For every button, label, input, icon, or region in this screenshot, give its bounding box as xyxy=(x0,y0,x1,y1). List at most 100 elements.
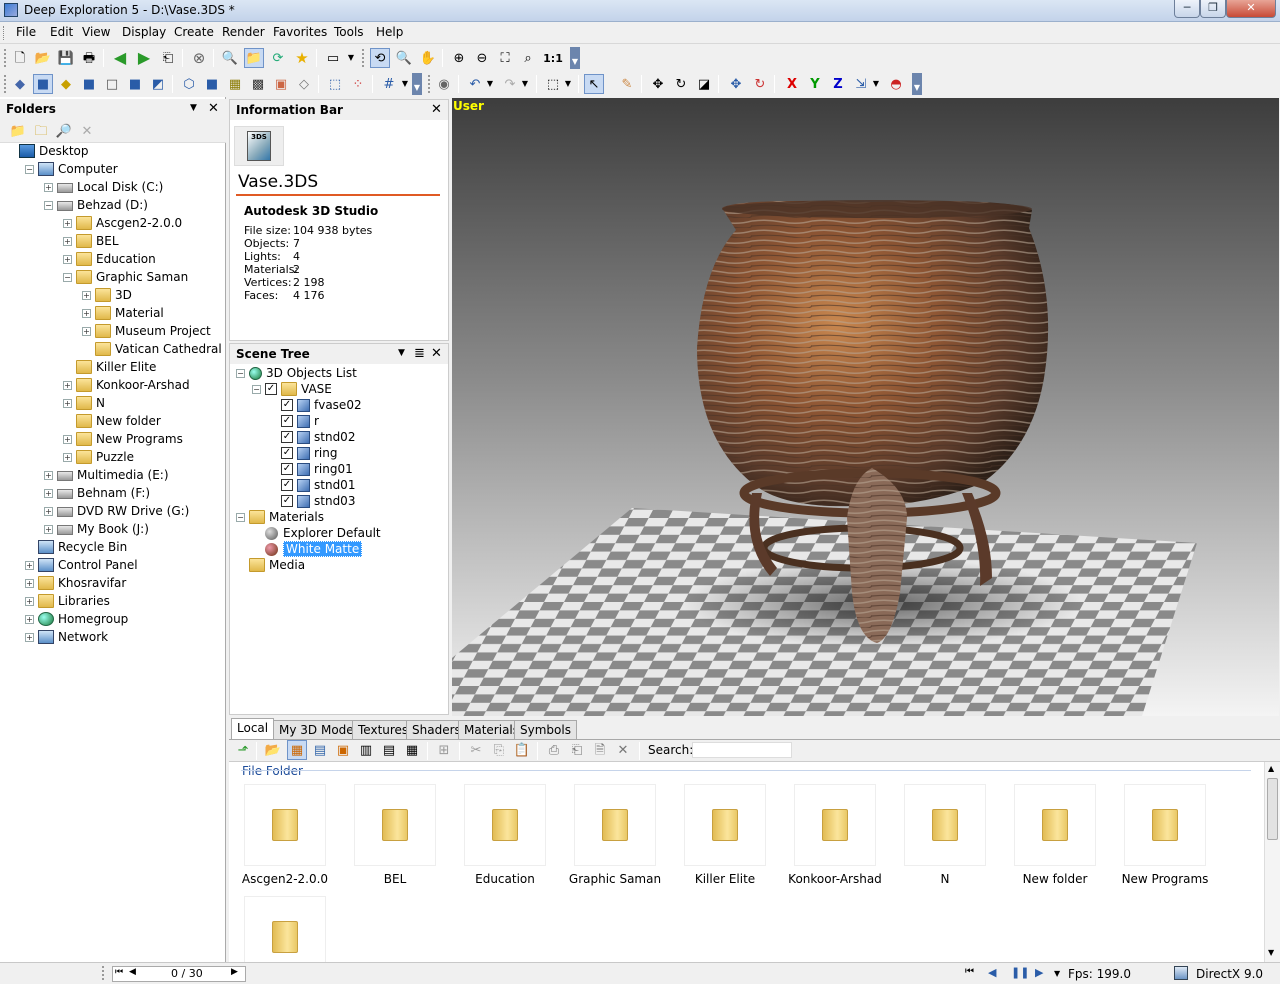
folder-tree-item[interactable]: New folder xyxy=(63,412,161,430)
menu-edit[interactable]: Edit xyxy=(50,25,73,39)
folder-tree-item[interactable]: + Education xyxy=(63,250,156,268)
axis-x-button[interactable]: X xyxy=(782,74,802,94)
flat-cube-icon[interactable]: ■ xyxy=(79,74,99,94)
menu-favorites[interactable]: Favorites xyxy=(273,25,327,39)
information-bar-close-icon[interactable]: ✕ xyxy=(431,102,442,117)
expand-icon[interactable]: + xyxy=(82,326,91,336)
expand-icon[interactable]: + xyxy=(44,506,53,516)
3d-viewport[interactable]: User xyxy=(452,98,1279,716)
save-icon[interactable]: 💾 xyxy=(56,48,76,68)
import-icon[interactable]: ⎗ xyxy=(567,740,587,760)
box-cube-icon[interactable]: ■ xyxy=(202,74,222,94)
expand-icon[interactable]: + xyxy=(44,488,53,498)
file-tile[interactable]: Killer Elite xyxy=(675,784,775,886)
scene-tree-options-icon[interactable]: ≣ xyxy=(414,346,425,361)
stop-icon[interactable]: ⊗ xyxy=(189,48,209,68)
file-tile[interactable]: New folder xyxy=(1005,784,1105,886)
sync-icon[interactable]: ⟳ xyxy=(268,48,288,68)
expand-icon[interactable]: + xyxy=(25,560,34,570)
copy-icon[interactable]: ⎘ xyxy=(489,740,509,760)
folder-tree-item[interactable]: + Control Panel xyxy=(25,556,138,574)
folder-tree-item[interactable]: Recycle Bin xyxy=(25,538,127,556)
smooth-cube-icon[interactable]: ■ xyxy=(125,74,145,94)
folder-tree-item[interactable]: + Behnam (F:) xyxy=(44,484,150,502)
folder-tree-item[interactable]: + Multimedia (E:) xyxy=(44,466,169,484)
view-mode-dropdown-icon[interactable]: ▼ xyxy=(346,48,356,68)
orbit-icon[interactable]: ⟲ xyxy=(370,48,390,68)
expand-icon[interactable]: + xyxy=(63,434,72,444)
visibility-checkbox[interactable]: ✓ xyxy=(281,479,293,491)
folder-tree-item[interactable]: Killer Elite xyxy=(63,358,156,376)
folder-tree-item[interactable]: − Graphic Saman xyxy=(63,268,188,286)
axis-y-button[interactable]: Y xyxy=(805,74,825,94)
folder-tree-item[interactable]: + Local Disk (C:) xyxy=(44,178,163,196)
tiles-view-icon[interactable]: ▣ xyxy=(333,740,353,760)
folder-tree-item[interactable]: + BEL xyxy=(63,232,119,250)
folder-tree-item[interactable]: + My Book (J:) xyxy=(44,520,149,538)
file-tile[interactable]: New Programs xyxy=(1115,784,1215,886)
folder-options-icon[interactable]: 🗀 xyxy=(31,121,51,141)
axis-z-button[interactable]: Z xyxy=(828,74,848,94)
find-in-folder-icon[interactable]: 🔎 xyxy=(54,121,74,141)
expand-icon[interactable]: + xyxy=(25,632,34,642)
thumbnails-view-icon[interactable]: ▦ xyxy=(402,740,422,760)
menu-view[interactable]: View xyxy=(82,25,110,39)
folder-tree-item[interactable]: − Computer xyxy=(25,160,118,178)
collapse-icon[interactable]: − xyxy=(25,164,34,174)
scrollbar-thumb[interactable] xyxy=(1267,778,1278,840)
file-tile[interactable]: Graphic Saman xyxy=(565,784,665,886)
expand-icon[interactable]: + xyxy=(63,398,72,408)
points-display-icon[interactable]: ⁘ xyxy=(348,74,368,94)
close-button[interactable]: ✕ xyxy=(1226,0,1276,18)
visibility-checkbox[interactable]: ✓ xyxy=(281,463,293,475)
arrange-icon[interactable]: ⊞ xyxy=(434,740,454,760)
rotate-icon[interactable]: ↻ xyxy=(671,74,691,94)
textured-cube-icon[interactable]: ◆ xyxy=(56,74,76,94)
wireframe-cube-icon[interactable]: ⬡ xyxy=(179,74,199,94)
lit-cube-icon[interactable]: ◩ xyxy=(148,74,168,94)
media-group-row[interactable]: Media xyxy=(236,556,305,574)
scene-tree-menu-chevron-icon[interactable]: ▼ xyxy=(398,348,405,358)
menu-display[interactable]: Display xyxy=(122,25,166,39)
selection-dropdown-icon[interactable]: ▼ xyxy=(563,74,573,94)
folder-tree-item[interactable]: − Behzad (D:) xyxy=(44,196,148,214)
outline-cube-icon[interactable]: ◇ xyxy=(294,74,314,94)
search-input[interactable] xyxy=(692,742,792,758)
export-icon[interactable]: ⎙ xyxy=(544,740,564,760)
file-tile[interactable]: BEL xyxy=(345,784,445,886)
details-view-icon[interactable]: ▤ xyxy=(379,740,399,760)
folder-tree-item[interactable]: +3D xyxy=(82,286,132,304)
animation-dropdown-icon[interactable]: ▼ xyxy=(1054,969,1060,978)
camera-icon[interactable]: ◉ xyxy=(434,74,454,94)
scale-icon[interactable]: ◪ xyxy=(694,74,714,94)
collapse-icon[interactable]: − xyxy=(236,368,245,378)
scene-tree-close-icon[interactable]: ✕ xyxy=(431,346,442,361)
animation-pause-icon[interactable]: ❚❚ xyxy=(1011,966,1029,979)
statusbar-grip[interactable] xyxy=(102,966,105,980)
visibility-checkbox[interactable]: ✓ xyxy=(265,383,277,395)
points-cube-icon[interactable]: ▦ xyxy=(225,74,245,94)
folder-tree-item[interactable]: + Libraries xyxy=(25,592,110,610)
maximize-button[interactable]: ❐ xyxy=(1200,0,1226,18)
file-tile[interactable]: Ascgen2-2.0.0 xyxy=(235,784,335,886)
up-folder-icon[interactable]: ⎗ xyxy=(158,48,178,68)
expand-icon[interactable]: + xyxy=(63,380,72,390)
file-tile[interactable] xyxy=(235,896,335,962)
back-icon[interactable]: ◀ xyxy=(110,48,130,68)
cut-icon[interactable]: ✂ xyxy=(466,740,486,760)
select-arrow-icon[interactable]: ↖ xyxy=(584,74,604,94)
undo-icon[interactable]: ↶ xyxy=(465,74,485,94)
delete-folder-icon[interactable]: ✕ xyxy=(77,121,97,141)
paint-icon[interactable]: ✎ xyxy=(617,74,637,94)
expand-icon[interactable]: + xyxy=(82,290,91,300)
folder-tree-item[interactable]: + New Programs xyxy=(63,430,183,448)
collapse-icon[interactable]: − xyxy=(63,272,72,282)
expand-icon[interactable]: + xyxy=(25,614,34,624)
minimize-button[interactable]: ─ xyxy=(1174,0,1200,18)
visibility-checkbox[interactable]: ✓ xyxy=(281,447,293,459)
folder-tree-item[interactable]: + DVD RW Drive (G:) xyxy=(44,502,189,520)
menubar-grip[interactable] xyxy=(3,26,6,40)
visibility-checkbox[interactable]: ✓ xyxy=(281,415,293,427)
file-tile[interactable]: Konkoor-Arshad xyxy=(785,784,885,886)
move-object-icon[interactable]: ✥ xyxy=(726,74,746,94)
